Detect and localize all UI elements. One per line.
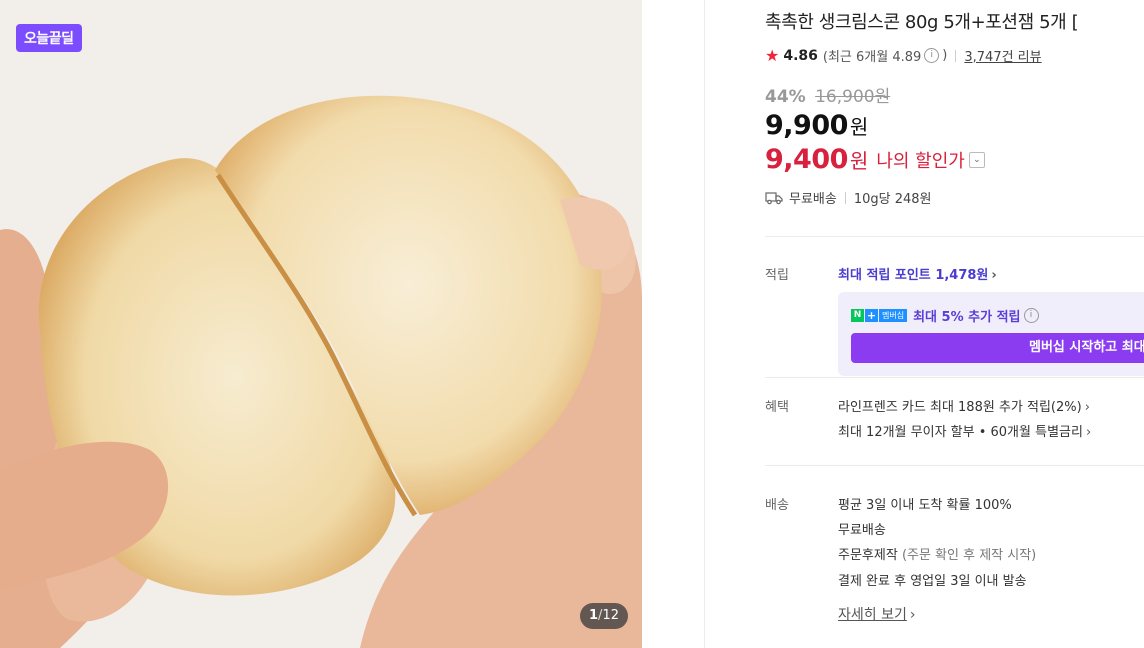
unit-price: 10g당 248원 [853, 192, 932, 207]
membership-start-button[interactable]: 멤버십 시작하고 최대 [851, 333, 1144, 363]
sale-price-unit: 원 [849, 115, 869, 139]
detail-link-text: 자세히 보기 [838, 607, 907, 623]
delivery-detail-link[interactable]: 자세히 보기 › [838, 604, 915, 624]
my-price-unit: 원 [849, 149, 869, 173]
sale-price-row: 9,900 원 [765, 110, 868, 141]
original-price: 16,900원 [815, 87, 891, 107]
benefit-text: 라인프렌즈 카드 최대 188원 추가 적립(2%) [838, 400, 1082, 415]
review-count-link[interactable]: 3,747건 리뷰 [964, 46, 1041, 65]
product-photo-scone [0, 0, 642, 648]
delivery-made-to-order: 주문후제작 (주문 확인 후 제작 시작) [838, 544, 1036, 563]
chevron-right-icon: › [1085, 425, 1092, 440]
naver-logo-icon: N [851, 309, 864, 322]
column-divider [704, 0, 705, 648]
info-icon[interactable]: i [924, 48, 940, 63]
my-discount-price: 9,400 [765, 144, 848, 175]
rating-recent: (최근 6개월 4.89 [822, 50, 922, 65]
discount-rate: 44% [765, 87, 806, 107]
delivery-arrival-rate: 평균 3일 이내 도착 확률 100% [838, 498, 1012, 513]
max-points-link[interactable]: 최대 적립 포인트 1,478원 › [838, 264, 997, 283]
delivery-dispatch-time: 결제 완료 후 영업일 3일 이내 발송 [838, 574, 1027, 589]
max-points-text: 최대 적립 포인트 [838, 268, 936, 283]
benefits-label: 혜택 [765, 400, 789, 415]
delivery-free: 무료배송 [838, 523, 886, 538]
today-deal-badge: 오늘끝딜 [16, 24, 82, 52]
image-page-counter: 1/12 [580, 603, 628, 629]
divider [844, 191, 846, 204]
made-to-order-text: 주문후제작 [838, 548, 902, 563]
truck-icon [765, 191, 783, 204]
sale-price: 9,900 [765, 110, 848, 141]
discount-row: 44% 16,900원 [765, 82, 890, 107]
my-price-row[interactable]: 9,400 원 나의 할인가 ⌄ [765, 144, 985, 175]
benefit-installment[interactable]: 최대 12개월 무이자 할부 • 60개월 특별금리 › [838, 421, 1091, 440]
chevron-down-icon[interactable]: ⌄ [968, 151, 985, 168]
product-image-gallery[interactable]: 오늘끝딜 1/12 [0, 0, 642, 648]
membership-line: N + 멤버십 최대 5% 추가 적립 i [851, 306, 1042, 325]
rating-score: 4.86 [783, 47, 818, 64]
section-divider [765, 465, 1144, 466]
my-price-label: 나의 할인가 [876, 150, 965, 172]
shipping-row: 무료배송 10g당 248원 [765, 188, 932, 207]
counter-total: 12 [602, 608, 619, 623]
divider [955, 49, 957, 62]
delivery-label: 배송 [765, 498, 789, 513]
membership-box: N + 멤버십 최대 5% 추가 적립 i 멤버십 시작하고 최대 [838, 292, 1144, 376]
chevron-right-icon: › [991, 268, 997, 283]
made-to-order-note: (주문 확인 후 제작 시작) [901, 548, 1037, 563]
membership-extra-points: 최대 5% 추가 적립 [913, 310, 1021, 325]
rating-recent-close: ) [942, 48, 948, 63]
rating-row: ★ 4.86 (최근 6개월 4.89 i ) 3,747건 리뷰 [765, 46, 1042, 65]
benefit-card-points[interactable]: 라인프렌즈 카드 최대 188원 추가 적립(2%) › [838, 396, 1090, 415]
product-title: 촉촉한 생크림스콘 80g 5개+포션잼 5개 [ [765, 12, 1079, 33]
membership-tag: 멤버십 [879, 309, 908, 322]
product-info-panel: 촉촉한 생크림스콘 80g 5개+포션잼 5개 [ ★ 4.86 (최근 6개월… [765, 0, 1144, 648]
max-points-amount: 1,478원 [935, 268, 989, 283]
counter-current: 1 [589, 608, 599, 623]
section-divider [765, 236, 1144, 237]
info-icon[interactable]: i [1023, 308, 1039, 323]
plus-icon: + [865, 309, 878, 322]
section-divider [765, 377, 1144, 378]
shipping-free: 무료배송 [789, 192, 837, 207]
benefit-text: 최대 12개월 무이자 할부 • 60개월 특별금리 [838, 425, 1083, 440]
chevron-right-icon: › [909, 607, 916, 623]
star-icon: ★ [765, 46, 780, 65]
points-label: 적립 [765, 268, 789, 283]
chevron-right-icon: › [1084, 400, 1090, 415]
